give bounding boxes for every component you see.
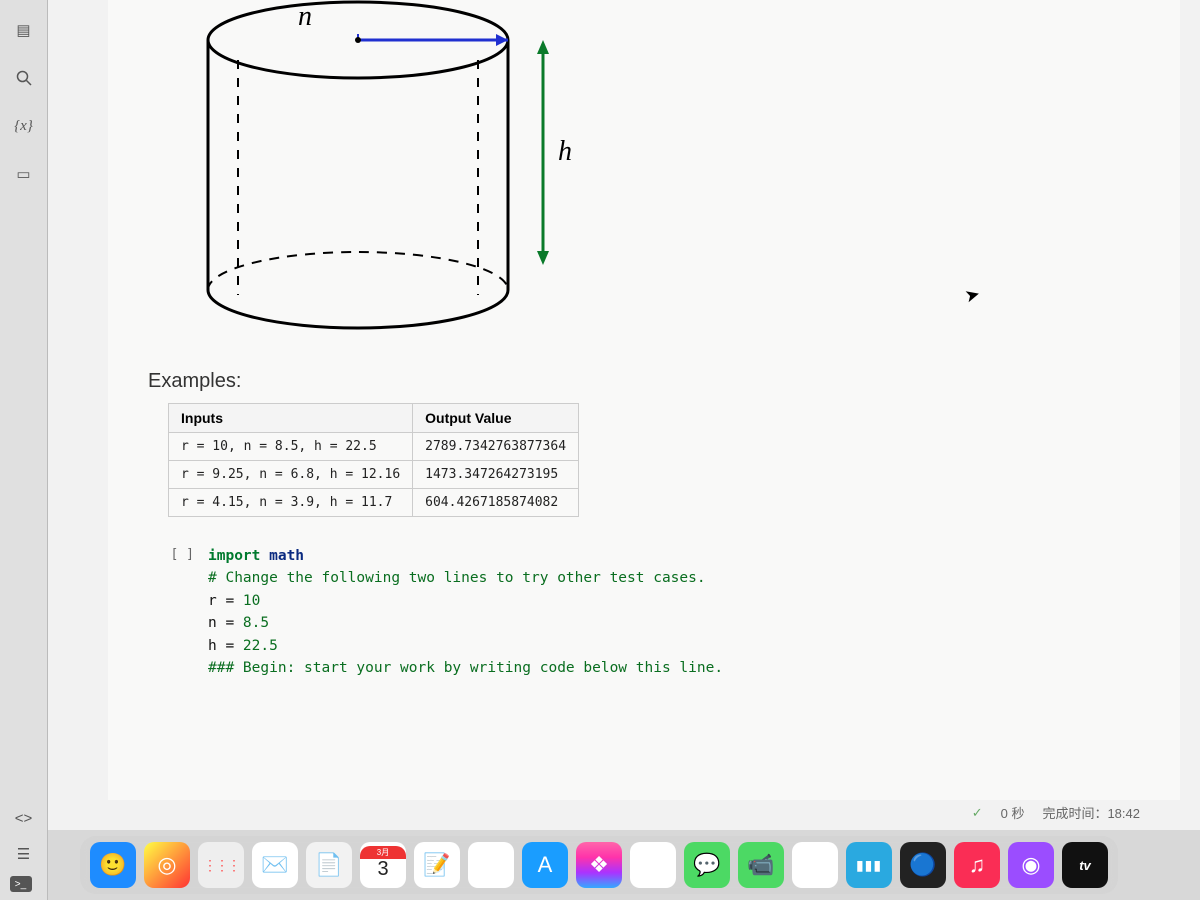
code-text: h =: [208, 638, 243, 654]
row-output: 2789.7342763877364: [413, 433, 579, 461]
reminders-icon[interactable]: ☑: [468, 842, 514, 888]
list-icon[interactable]: ☰: [10, 840, 38, 868]
terminal-icon[interactable]: >_: [10, 876, 32, 892]
row-input: r = 9.25, n = 6.8, h = 12.16: [169, 461, 413, 489]
calendar-icon[interactable]: 3月3: [360, 842, 406, 888]
textedit-icon[interactable]: 📄: [306, 842, 352, 888]
code-text: r =: [208, 593, 243, 609]
launchpad-icon[interactable]: ⋮⋮⋮: [198, 842, 244, 888]
check-icon: ✓: [972, 805, 983, 821]
notebook-icon[interactable]: ▭: [10, 160, 38, 188]
number: 8.5: [243, 615, 269, 631]
freeform-icon[interactable]: ✎: [792, 842, 838, 888]
notebook-area: n h Examples: Inputs Output Value r = 10…: [48, 0, 1200, 830]
finder-icon[interactable]: 🙂: [90, 842, 136, 888]
tv-icon[interactable]: tv: [1062, 842, 1108, 888]
messages-icon[interactable]: 💬: [684, 842, 730, 888]
col-inputs: Inputs: [169, 404, 413, 433]
completed-time: 完成时间：18:42: [1042, 803, 1140, 822]
facetime-icon[interactable]: 📹: [738, 842, 784, 888]
dock: 🙂◎⋮⋮⋮✉️📄3月3📝☑A❖✿💬📹✎▮▮▮🔵♫◉tv: [80, 834, 1190, 894]
module: math: [260, 548, 304, 564]
number: 10: [243, 593, 260, 609]
number: 22.5: [243, 638, 278, 654]
row-input: r = 10, n = 8.5, h = 22.5: [169, 433, 413, 461]
row-output: 1473.347264273195: [413, 461, 579, 489]
notebook-content: n h Examples: Inputs Output Value r = 10…: [108, 0, 1180, 800]
left-activity-bar: ▤ {x} ▭ <> ☰ >_: [0, 0, 48, 900]
height-label: h: [558, 136, 572, 167]
examples-heading: Examples:: [148, 370, 1140, 393]
table-row: r = 10, n = 8.5, h = 22.5 2789.734276387…: [169, 433, 579, 461]
search-icon[interactable]: [10, 64, 38, 92]
exec-time: 0 秒: [1001, 803, 1025, 822]
radius-label: n: [298, 1, 312, 32]
siri-icon[interactable]: 🔵: [900, 842, 946, 888]
photos-icon[interactable]: ✿: [630, 842, 676, 888]
keyword: import: [208, 548, 260, 564]
row-input: r = 4.15, n = 3.9, h = 11.7: [169, 489, 413, 517]
podcast-icon[interactable]: ◉: [1008, 842, 1054, 888]
appstore-icon[interactable]: A: [522, 842, 568, 888]
cell-prompt: [ ]: [148, 545, 208, 680]
settings-icon[interactable]: ❖: [576, 842, 622, 888]
table-row: r = 9.25, n = 6.8, h = 12.16 1473.347264…: [169, 461, 579, 489]
cell-body[interactable]: import math # Change the following two l…: [208, 545, 1140, 680]
execution-status: ✓ 0 秒 完成时间：18:42: [972, 803, 1140, 822]
mail-icon[interactable]: ✉️: [252, 842, 298, 888]
comment: # Change the following two lines to try …: [208, 570, 706, 586]
variables-icon[interactable]: {x}: [10, 112, 38, 140]
table-row: r = 4.15, n = 3.9, h = 11.7 604.42671858…: [169, 489, 579, 517]
comment: ### Begin: start your work by writing co…: [208, 660, 723, 676]
cylinder-figure: n h: [168, 0, 588, 360]
stats-icon[interactable]: ▮▮▮: [846, 842, 892, 888]
row-output: 604.4267185874082: [413, 489, 579, 517]
code-text: n =: [208, 615, 243, 631]
examples-table: Inputs Output Value r = 10, n = 8.5, h =…: [168, 403, 579, 517]
browser-icon[interactable]: ◎: [144, 842, 190, 888]
notes-icon[interactable]: 📝: [414, 842, 460, 888]
code-cell[interactable]: [ ] import math # Change the following t…: [148, 545, 1140, 680]
music-icon[interactable]: ♫: [954, 842, 1000, 888]
col-output: Output Value: [413, 404, 579, 433]
folder-icon[interactable]: ▤: [10, 16, 38, 44]
code-icon[interactable]: <>: [10, 804, 38, 832]
